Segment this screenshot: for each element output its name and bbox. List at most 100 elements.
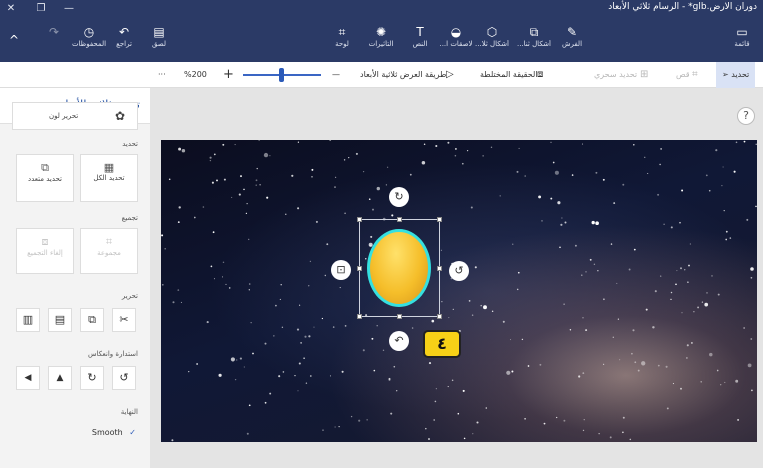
flip-vertical-button[interactable]: ▲ — [48, 366, 72, 390]
ungroup-icon: ⧈ — [41, 235, 49, 248]
flip-horizontal-button[interactable]: ◀ — [16, 366, 40, 390]
menu-label: قائمة — [734, 40, 750, 48]
mixed-reality-label[interactable]: الحقيقة المختلطة — [480, 62, 538, 88]
3d-sphere-object[interactable] — [367, 229, 431, 307]
resize-handle[interactable] — [397, 314, 402, 319]
star — [172, 301, 175, 304]
effects-button[interactable]: ✺ التأثيرات — [359, 24, 403, 48]
rotate-x-icon: ↻ — [394, 190, 404, 203]
star — [196, 363, 198, 365]
view3d-icon[interactable]: ▷ — [446, 62, 454, 88]
star — [598, 433, 600, 435]
edit-color-button[interactable]: تحرير لون ✿ — [12, 102, 138, 130]
star — [294, 374, 296, 377]
star — [431, 319, 435, 323]
depth-handle[interactable]: ⊡ — [331, 260, 351, 280]
paste-small-button[interactable]: ▤ — [48, 308, 72, 332]
restore-button[interactable]: ❐ — [30, 0, 52, 18]
star — [591, 220, 595, 225]
resize-handle[interactable] — [357, 217, 362, 222]
star — [746, 218, 749, 221]
rotate-left-button[interactable]: ↺ — [112, 366, 136, 390]
zoom-out-button[interactable]: — — [332, 62, 340, 88]
star — [238, 193, 241, 196]
cut-button[interactable]: ✂ — [112, 308, 136, 332]
resize-handle[interactable] — [357, 266, 362, 271]
palette-icon: ✿ — [114, 109, 125, 123]
star — [538, 195, 542, 199]
star — [578, 375, 581, 378]
rotate-y-handle[interactable]: ↺ — [449, 261, 469, 281]
select-all-button[interactable]: ▦ تحديد الكل — [80, 154, 138, 202]
resize-handle[interactable] — [437, 217, 442, 222]
star — [561, 217, 563, 219]
star — [680, 387, 682, 390]
rotate-right-button[interactable]: ↻ — [80, 366, 104, 390]
minimize-button[interactable]: — — [58, 0, 80, 18]
star — [509, 339, 512, 341]
zoom-in-button[interactable]: + — [223, 62, 234, 88]
paste-button[interactable]: ▤ لصق — [137, 24, 181, 48]
star — [583, 419, 585, 421]
star — [266, 196, 269, 199]
close-button[interactable]: ✕ — [0, 0, 22, 18]
star — [421, 161, 426, 165]
resize-handle[interactable] — [357, 314, 362, 319]
brushes-button[interactable]: ✎ الفرش — [550, 24, 594, 48]
star — [225, 283, 227, 285]
star — [722, 166, 724, 168]
star — [309, 260, 312, 263]
group-button[interactable]: ⌗ مجموعة — [80, 228, 138, 274]
shapes-3d-button[interactable]: ⬡ أشكال ثلا... — [470, 24, 514, 48]
star — [280, 283, 282, 286]
star — [243, 188, 245, 191]
star — [297, 141, 300, 143]
resize-handle[interactable] — [397, 217, 402, 222]
star — [502, 320, 505, 323]
zoom-value[interactable]: %200 — [184, 62, 207, 88]
star — [657, 193, 660, 196]
magic-select-label[interactable]: تحديد سحري — [594, 62, 637, 88]
canvas-button[interactable]: ⌗ لوحة — [320, 24, 364, 48]
chevron-up-icon: ^ — [8, 33, 20, 47]
star — [269, 392, 272, 395]
star — [512, 243, 514, 245]
copy-button[interactable]: ⧉ — [80, 308, 104, 332]
star — [637, 369, 640, 372]
star — [581, 143, 584, 145]
ungroup-button[interactable]: ⧈ إلغاء التجميع — [16, 228, 74, 274]
view3d-label[interactable]: طريقة العرض ثلاثية الأبعاد — [360, 62, 446, 88]
zoom-slider-thumb[interactable] — [279, 68, 284, 82]
star — [178, 206, 181, 209]
mixed-reality-icon[interactable]: ⧈ — [537, 62, 543, 88]
canvas-image[interactable] — [161, 140, 757, 442]
star — [441, 301, 443, 303]
star — [574, 244, 577, 247]
star — [675, 283, 677, 286]
help-button[interactable]: ? — [737, 107, 755, 125]
rotate-z-handle[interactable]: ↶ — [389, 331, 409, 351]
delete-button[interactable]: ▥ — [16, 308, 40, 332]
menu-button[interactable]: ▭ قائمة — [724, 24, 760, 48]
star — [161, 283, 164, 286]
rotate-x-handle[interactable]: ↻ — [389, 187, 409, 207]
crop-label[interactable]: قص — [676, 62, 690, 88]
resize-handle[interactable] — [437, 314, 442, 319]
magic-select-icon[interactable]: ⊞ — [640, 62, 648, 88]
ribbon-collapse-button[interactable]: ^ — [2, 32, 26, 48]
crop-icon[interactable]: ⌗ — [692, 62, 698, 88]
resize-handle[interactable] — [437, 266, 442, 271]
smooth-toggle[interactable]: Smooth ✓ — [92, 428, 136, 437]
select-tool[interactable]: تحديد ➢ — [716, 62, 756, 88]
star — [654, 290, 657, 293]
star — [246, 432, 249, 435]
star — [279, 298, 281, 300]
multi-select-button[interactable]: ⧉ تحديد متعدد — [16, 154, 74, 202]
smooth-label: Smooth — [91, 428, 123, 437]
star — [560, 223, 563, 226]
star — [297, 390, 299, 392]
more-button[interactable]: ··· — [158, 62, 166, 88]
star — [308, 335, 311, 338]
star — [750, 338, 753, 340]
star — [680, 267, 682, 270]
